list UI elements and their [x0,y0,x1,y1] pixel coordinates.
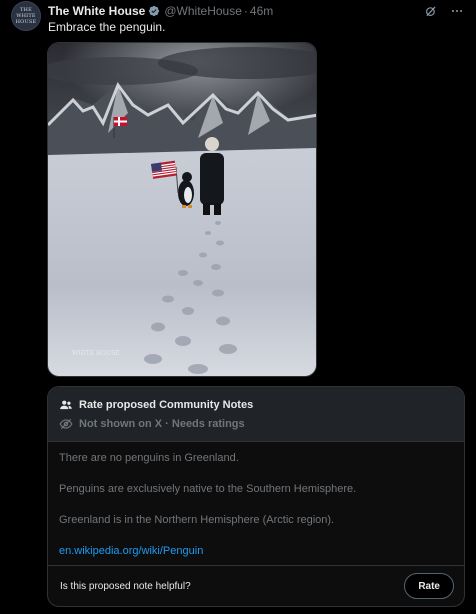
notes-header[interactable]: Rate proposed Community Notes Not shown … [48,387,464,442]
note-line: Penguins are exclusively native to the S… [59,483,357,495]
penguin-illustration: WHITE HOUSE [48,43,316,376]
eye-off-icon [59,418,73,430]
tweet-image[interactable]: WHITE HOUSE [47,42,317,377]
helpful-question: Is this proposed note helpful? [60,580,191,592]
notes-title: Rate proposed Community Notes [79,399,254,411]
author-name[interactable]: The White House [48,4,145,18]
notes-footer: Is this proposed note helpful? Rate [48,565,464,606]
note-line: Greenland is in the Northern Hemisphere … [59,514,335,526]
community-notes-card: Rate proposed Community Notes Not shown … [47,386,465,607]
people-icon [60,400,72,410]
timestamp[interactable]: 46m [250,4,273,18]
more-icon[interactable] [450,4,464,18]
separator: · [243,4,248,18]
tweet-header: The White House @WhiteHouse · 46m [48,3,464,19]
notes-status: Not shown on X · Needs ratings [79,418,245,430]
tweet-text: Embrace the penguin. [48,20,166,34]
grok-icon[interactable] [424,4,438,18]
notes-body: There are no penguins in Greenland. Peng… [48,442,464,558]
note-source-link[interactable]: en.wikipedia.org/wiki/Penguin [59,545,203,557]
avatar[interactable]: THE WHITE HOUSE [11,1,41,31]
image-watermark: WHITE HOUSE [72,350,120,357]
note-line: There are no penguins in Greenland. [59,452,239,464]
rate-button[interactable]: Rate [404,573,454,599]
author-handle[interactable]: @WhiteHouse [164,4,242,18]
verified-badge-icon [149,5,160,17]
